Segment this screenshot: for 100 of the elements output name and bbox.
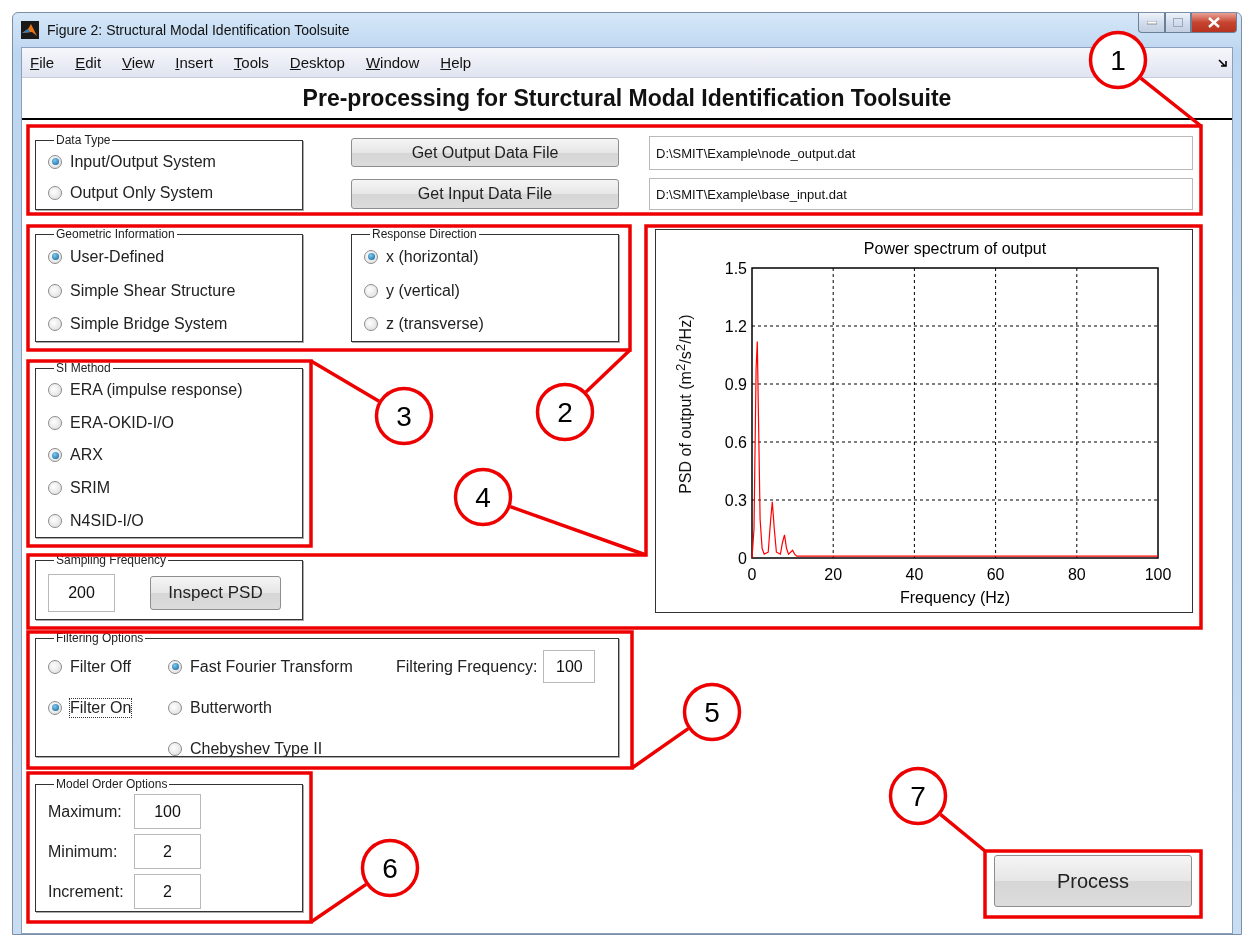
radio-label[interactable]: Filter Off bbox=[70, 657, 132, 676]
tick-label: 80 bbox=[1067, 566, 1086, 583]
tick-label: 0.9 bbox=[724, 376, 747, 393]
group-title: SI Method bbox=[55, 362, 112, 374]
radio-button[interactable] bbox=[364, 249, 378, 264]
model-order-field[interactable]: 100 bbox=[134, 794, 201, 829]
tick-label: 20 bbox=[824, 566, 843, 583]
maximize-button[interactable] bbox=[1165, 13, 1191, 33]
radio-label[interactable]: Input/Output System bbox=[70, 152, 216, 171]
field-label: Minimum: bbox=[48, 842, 119, 861]
radio-label[interactable]: N4SID-I/O bbox=[70, 511, 144, 530]
group-title: Sampling Frequency bbox=[55, 554, 168, 566]
menu-item[interactable]: Insert bbox=[171, 52, 222, 73]
page-heading: Pre-processing for Sturctural Modal Identification Toolsuite bbox=[302, 84, 952, 112]
get-input-file-button[interactable]: Get Input Data File bbox=[351, 179, 619, 209]
radio-button[interactable] bbox=[48, 700, 62, 715]
radio-button[interactable] bbox=[48, 659, 62, 674]
tick-label: 0 bbox=[747, 566, 757, 583]
radio-button[interactable] bbox=[168, 700, 182, 715]
filtering-frequency-field[interactable]: 100 bbox=[543, 650, 596, 683]
tick-label: 1.2 bbox=[724, 318, 747, 335]
radio-button[interactable] bbox=[48, 186, 62, 201]
menu-item[interactable]: View bbox=[118, 52, 164, 73]
model-order-field[interactable]: 2 bbox=[134, 834, 201, 869]
radio-button[interactable] bbox=[48, 415, 62, 430]
radio-button[interactable] bbox=[48, 513, 62, 528]
menu-item[interactable]: Desktop bbox=[285, 52, 354, 73]
radio-label[interactable]: Output Only System bbox=[70, 184, 214, 203]
callout-number: 4 bbox=[453, 467, 513, 527]
field-label: Filtering Frequency: bbox=[396, 657, 538, 676]
callout-number: 2 bbox=[535, 382, 595, 442]
radio-button[interactable] bbox=[48, 481, 62, 496]
radio-label[interactable]: User-Defined bbox=[70, 247, 165, 266]
process-button[interactable]: Process bbox=[994, 855, 1192, 907]
inspect-psd-button[interactable]: Inspect PSD bbox=[150, 575, 281, 610]
leader-line bbox=[631, 727, 690, 770]
callout-number: 3 bbox=[374, 386, 434, 446]
menu-item[interactable]: File bbox=[26, 52, 64, 73]
leader-line bbox=[310, 359, 380, 403]
radio-label[interactable]: z (transverse) bbox=[386, 315, 484, 334]
radio-button[interactable] bbox=[48, 383, 62, 398]
menu-item[interactable]: Window bbox=[361, 52, 429, 73]
leader-line bbox=[584, 348, 632, 394]
group-title: Filtering Options bbox=[55, 632, 145, 644]
radio-button[interactable] bbox=[168, 741, 182, 756]
group-title: Response Direction bbox=[371, 228, 478, 240]
menu-item[interactable]: Tools bbox=[229, 52, 278, 73]
field-label: Increment: bbox=[48, 882, 125, 901]
radio-label[interactable]: x (horizontal) bbox=[386, 247, 479, 266]
close-icon bbox=[1208, 17, 1220, 28]
input-path-field[interactable]: D:\SMIT\Example\base_input.dat bbox=[649, 178, 1193, 210]
output-path-field[interactable]: D:\SMIT\Example\node_output.dat bbox=[649, 136, 1193, 170]
maximize-icon bbox=[1173, 18, 1183, 27]
radio-label[interactable]: Butterworth bbox=[190, 698, 272, 717]
menu-item[interactable]: Help bbox=[436, 52, 481, 73]
tick-label: 0.6 bbox=[724, 434, 747, 451]
minimize-icon bbox=[1146, 20, 1157, 25]
radio-button[interactable] bbox=[48, 448, 62, 463]
get-output-file-button[interactable]: Get Output Data File bbox=[351, 138, 619, 167]
leader-line bbox=[1139, 76, 1203, 128]
callout-number: 5 bbox=[682, 682, 742, 742]
group-title: Model Order Options bbox=[55, 778, 169, 790]
radio-label[interactable]: y (vertical) bbox=[386, 281, 460, 300]
axis-label: Frequency (Hz) bbox=[899, 589, 1011, 606]
radio-label[interactable]: SRIM bbox=[70, 479, 110, 498]
window-title: Figure 2: Structural Modal Identification Toolsuite bbox=[47, 22, 351, 38]
chart-title: Power spectrum of output bbox=[863, 240, 1047, 257]
radio-button[interactable] bbox=[48, 283, 62, 298]
sampling-frequency-field[interactable]: 200 bbox=[48, 573, 115, 612]
tick-label: 40 bbox=[905, 566, 924, 583]
leader-line bbox=[310, 882, 368, 924]
tick-label: 60 bbox=[986, 566, 1005, 583]
field-label: Maximum: bbox=[48, 802, 123, 821]
app-logo-icon bbox=[21, 21, 39, 39]
radio-label[interactable]: ERA (impulse response) bbox=[70, 381, 243, 400]
callout-number: 1 bbox=[1088, 30, 1148, 90]
radio-label[interactable]: ARX bbox=[70, 446, 103, 465]
group-title: Geometric Information bbox=[55, 228, 176, 240]
radio-label[interactable]: Chebyshev Type II bbox=[190, 739, 323, 758]
radio-button[interactable] bbox=[48, 317, 62, 332]
radio-label[interactable]: Filter On bbox=[70, 698, 132, 717]
radio-button[interactable] bbox=[364, 317, 378, 332]
close-button[interactable] bbox=[1191, 13, 1237, 33]
model-order-field[interactable]: 2 bbox=[134, 874, 201, 909]
radio-label[interactable]: Simple Shear Structure bbox=[70, 281, 236, 300]
tick-label: 100 bbox=[1144, 566, 1172, 583]
callout-number: 7 bbox=[888, 766, 948, 826]
radio-label[interactable]: ERA-OKID-I/O bbox=[70, 413, 174, 432]
radio-label[interactable]: Fast Fourier Transform bbox=[190, 657, 353, 676]
tick-label: 1.5 bbox=[724, 260, 747, 277]
radio-button[interactable] bbox=[168, 659, 182, 674]
radio-button[interactable] bbox=[364, 283, 378, 298]
radio-button[interactable] bbox=[48, 249, 62, 264]
radio-button[interactable] bbox=[48, 154, 62, 169]
dock-arrow-icon[interactable] bbox=[1218, 57, 1228, 68]
leader-line bbox=[939, 813, 987, 853]
tick-label: 0.3 bbox=[724, 492, 747, 509]
menu-item[interactable]: Edit bbox=[71, 52, 111, 73]
minimize-button[interactable] bbox=[1138, 13, 1165, 33]
radio-label[interactable]: Simple Bridge System bbox=[70, 315, 228, 334]
